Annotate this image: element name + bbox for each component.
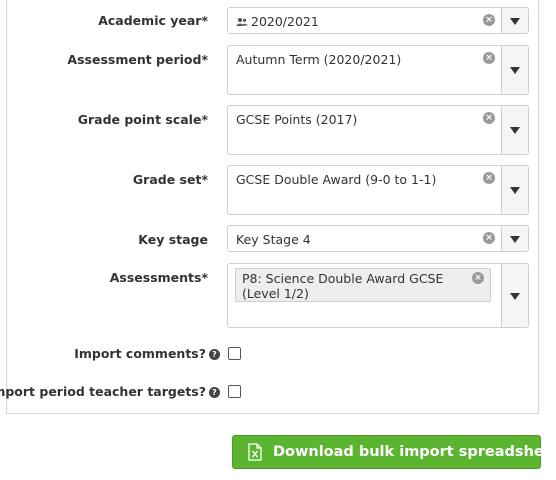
clear-icon[interactable]: ×	[483, 52, 495, 64]
assessments-label: Assessments*	[109, 270, 208, 285]
chevron-down-icon	[510, 127, 520, 134]
academic-year-value-wrap: 2020/2021	[236, 14, 319, 29]
dropdown-toggle[interactable]	[501, 8, 528, 33]
clear-icon[interactable]: ×	[483, 14, 495, 26]
import-targets-checkbox[interactable]	[228, 385, 241, 398]
assessment-period-select[interactable]: Autumn Term (2020/2021) ×	[227, 45, 529, 95]
dropdown-toggle[interactable]	[501, 226, 528, 251]
key-stage-label: Key stage	[138, 232, 208, 247]
help-icon[interactable]: ?	[209, 387, 220, 398]
assessment-tag: P8: Science Double Award GCSE (Level 1/2…	[235, 268, 491, 302]
import-targets-label: Import period teacher targets??	[0, 384, 220, 399]
dropdown-toggle[interactable]	[501, 166, 528, 214]
import-comments-checkbox[interactable]	[228, 347, 241, 360]
grade-point-scale-select[interactable]: GCSE Points (2017) ×	[227, 105, 529, 155]
dropdown-toggle[interactable]	[501, 46, 528, 94]
grade-point-scale-value: GCSE Points (2017)	[236, 112, 358, 127]
dropdown-toggle[interactable]	[501, 264, 528, 327]
academic-year-value: 2020/2021	[251, 14, 319, 29]
import-comments-label: Import comments??	[74, 346, 220, 361]
grade-set-label: Grade set*	[132, 172, 208, 187]
users-icon	[236, 18, 248, 26]
dropdown-toggle[interactable]	[501, 106, 528, 154]
chevron-down-icon	[510, 18, 520, 25]
assessments-multiselect[interactable]: P8: Science Double Award GCSE (Level 1/2…	[227, 263, 529, 328]
import-comments-text: Import comments?	[74, 346, 206, 361]
import-targets-text: Import period teacher targets?	[0, 384, 206, 399]
help-icon[interactable]: ?	[209, 349, 220, 360]
clear-icon[interactable]: ×	[483, 172, 495, 184]
chevron-down-icon	[510, 187, 520, 194]
chevron-down-icon	[510, 293, 520, 300]
assessment-tag-label: P8: Science Double Award GCSE (Level 1/2…	[242, 271, 444, 301]
chevron-down-icon	[510, 67, 520, 74]
grade-point-scale-label: Grade point scale*	[77, 112, 208, 127]
clear-icon[interactable]: ×	[483, 232, 495, 244]
grade-set-select[interactable]: GCSE Double Award (9-0 to 1-1) ×	[227, 165, 529, 215]
academic-year-select[interactable]: 2020/2021 ×	[227, 7, 529, 34]
grade-set-value: GCSE Double Award (9-0 to 1-1)	[236, 172, 437, 187]
spreadsheet-file-icon	[248, 443, 262, 461]
download-button-label: Download bulk import spreadsheet	[273, 444, 556, 460]
download-spreadsheet-button[interactable]: Download bulk import spreadsheet	[232, 435, 556, 469]
clear-icon[interactable]: ×	[483, 112, 495, 124]
academic-year-label: Academic year*	[98, 13, 208, 28]
remove-tag-icon[interactable]: ×	[472, 272, 484, 284]
assessment-period-label: Assessment period*	[67, 52, 208, 67]
assessment-period-value: Autumn Term (2020/2021)	[236, 52, 402, 67]
chevron-down-icon	[510, 236, 520, 243]
key-stage-select[interactable]: Key Stage 4 ×	[227, 225, 529, 252]
key-stage-value: Key Stage 4	[236, 232, 311, 247]
